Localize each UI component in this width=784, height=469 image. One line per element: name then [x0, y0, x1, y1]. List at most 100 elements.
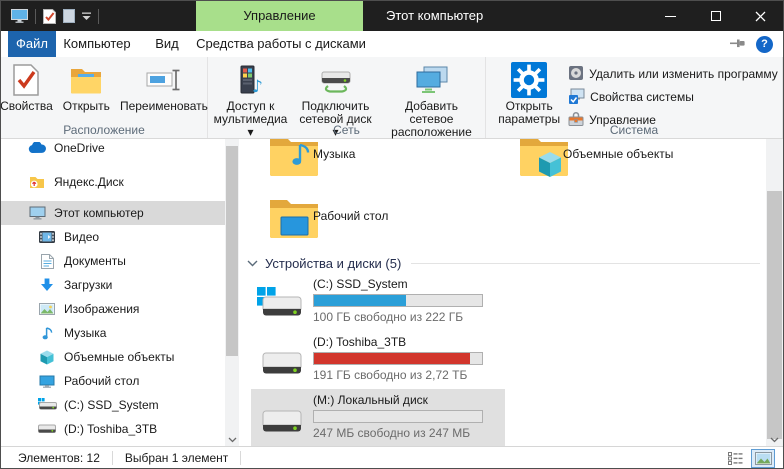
3d-objects-folder-icon — [519, 139, 569, 182]
media-server-icon: ♪ — [236, 62, 266, 98]
drive-icon — [257, 343, 305, 382]
details-view-button[interactable] — [723, 449, 747, 468]
drive-tile-c[interactable]: (C:) SSD_System 100 ГБ свободно из 222 Г… — [257, 277, 503, 333]
documents-icon — [37, 254, 57, 269]
items-count: Элементов: 12 — [18, 451, 100, 465]
divider — [240, 451, 241, 465]
ribbon: Свойства Открыть Переименовать Расположе… — [1, 57, 783, 139]
sidebar-item-onedrive[interactable]: OneDrive — [1, 139, 225, 160]
ribbon-group-location: Свойства Открыть Переименовать Расположе… — [1, 57, 208, 138]
titlebar: Управление Этот компьютер — [1, 1, 783, 31]
section-devices-and-drives[interactable]: Устройства и диски (5) — [247, 253, 760, 273]
settings-gear-icon — [511, 62, 547, 98]
yandex-disk-icon — [27, 176, 47, 189]
uninstall-icon — [568, 65, 584, 84]
disk-usage-bar — [313, 410, 483, 423]
tab-disk-tools[interactable]: Средства работы с дисками — [196, 31, 366, 57]
sidebar-item-yandex-disk[interactable]: Яндекс.Диск — [1, 170, 225, 194]
maximize-button[interactable] — [693, 1, 738, 31]
pictures-icon — [37, 303, 57, 315]
contextual-tab-manage[interactable]: Управление — [196, 1, 363, 31]
group-label-system: Система — [486, 123, 782, 137]
section-title: Устройства и диски (5) — [265, 256, 401, 271]
quick-access-toolbar — [11, 1, 99, 31]
folder-tile-3d-objects[interactable]: Объемные объекты — [519, 139, 749, 201]
main-scrollbar-thumb[interactable] — [767, 191, 782, 439]
ribbon-group-system: Открыть параметры Удалить или изменить п… — [486, 57, 783, 138]
divider — [112, 451, 113, 465]
close-button[interactable] — [738, 1, 783, 31]
close-icon — [755, 11, 766, 22]
music-folder-icon — [269, 139, 319, 180]
disk-usage-bar — [313, 352, 483, 365]
sidebar-item-this-pc[interactable]: Этот компьютер — [1, 201, 225, 225]
group-label-network: Сеть — [208, 123, 485, 137]
ribbon-group-network: ♪ Доступ к мультимедиа ▾ Подключить сете… — [208, 57, 486, 138]
open-settings-button[interactable]: Открыть параметры — [490, 60, 568, 128]
sidebar-scrollbar[interactable] — [225, 139, 239, 446]
thumbnails-view-button[interactable] — [751, 449, 775, 468]
navigation-pane: OneDrive Яндекс.Диск Этот компьютер Виде… — [1, 139, 225, 446]
system-drive-icon — [257, 285, 305, 324]
sidebar-item-3d-objects[interactable]: Объемные объекты — [1, 345, 225, 369]
system-drive-icon — [37, 398, 57, 412]
downloads-icon — [37, 278, 57, 292]
computer-icon[interactable] — [11, 9, 28, 23]
help-icon[interactable]: ? — [756, 36, 773, 53]
minimize-icon — [665, 16, 676, 17]
videos-icon — [37, 231, 57, 243]
sidebar-item-desktop[interactable]: Рабочий стол — [1, 369, 225, 393]
desktop-folder-icon — [269, 195, 319, 244]
disk-usage-bar — [313, 294, 483, 307]
main-scrollbar[interactable] — [766, 139, 783, 446]
network-location-icon — [414, 62, 450, 98]
content-area: OneDrive Яндекс.Диск Этот компьютер Виде… — [1, 139, 783, 446]
tab-computer[interactable]: Компьютер — [56, 31, 138, 57]
svg-text:♪: ♪ — [252, 77, 263, 96]
section-divider — [411, 263, 760, 264]
sidebar-item-music[interactable]: Музыка — [1, 321, 225, 345]
system-properties-button[interactable]: Свойства системы — [568, 88, 778, 106]
drive-icon — [257, 401, 305, 440]
maximize-icon — [711, 11, 721, 21]
sidebar-item-drive-c[interactable]: (C:) SSD_System — [1, 393, 225, 417]
sidebar-scrollbar-thumb[interactable] — [226, 146, 238, 356]
system-small-buttons: Удалить или изменить программу Свойства … — [568, 60, 778, 129]
status-bar: Элементов: 12 Выбран 1 элемент — [1, 446, 783, 468]
minimize-button[interactable] — [648, 1, 693, 31]
window-controls — [648, 1, 783, 31]
customize-caret-icon[interactable] — [82, 12, 91, 21]
divider — [98, 9, 99, 24]
map-network-drive-icon — [319, 62, 353, 98]
sidebar-item-videos[interactable]: Видео — [1, 225, 225, 249]
view-switcher — [723, 447, 775, 469]
items-view: Музыка Объемные объекты Рабочий стол Уст… — [239, 139, 766, 446]
explorer-window: Управление Этот компьютер Файл Компьютер… — [0, 0, 784, 469]
sidebar-item-drive-d[interactable]: (D:) Toshiba_3TB — [1, 417, 225, 441]
properties-check-icon — [13, 62, 39, 98]
onedrive-cloud-icon — [27, 142, 47, 154]
tab-view[interactable]: Вид — [138, 31, 196, 57]
uninstall-program-button[interactable]: Удалить или изменить программу — [568, 65, 778, 83]
sidebar-item-documents[interactable]: Документы — [1, 249, 225, 273]
music-note-icon — [37, 326, 57, 340]
selection-status: Выбран 1 элемент — [125, 451, 228, 465]
sidebar-scroll-down-icon[interactable] — [225, 437, 239, 443]
drive-tile-d[interactable]: (D:) Toshiba_3TB 191 ГБ свободно из 2,72… — [257, 335, 503, 391]
drive-tile-m[interactable]: (M:) Локальный диск 247 МБ свободно из 2… — [257, 393, 503, 446]
ribbon-tabs: Файл Компьютер Вид Средства работы с дис… — [1, 31, 783, 57]
group-label-location: Расположение — [1, 123, 207, 137]
properties-icon[interactable] — [43, 9, 56, 24]
properties-button[interactable]: Свойства — [0, 60, 58, 115]
new-item-icon[interactable] — [63, 9, 75, 23]
details-view-icon — [728, 452, 743, 465]
rename-button[interactable]: Переименовать — [115, 60, 213, 115]
open-folder-icon — [70, 62, 102, 98]
sidebar-item-downloads[interactable]: Загрузки — [1, 273, 225, 297]
rename-icon — [146, 62, 182, 98]
open-button[interactable]: Открыть — [58, 60, 115, 115]
sidebar-item-pictures[interactable]: Изображения — [1, 297, 225, 321]
main-scroll-down-icon[interactable] — [766, 437, 783, 443]
tab-file[interactable]: Файл — [8, 31, 56, 57]
pin-ribbon-icon[interactable] — [730, 37, 746, 52]
